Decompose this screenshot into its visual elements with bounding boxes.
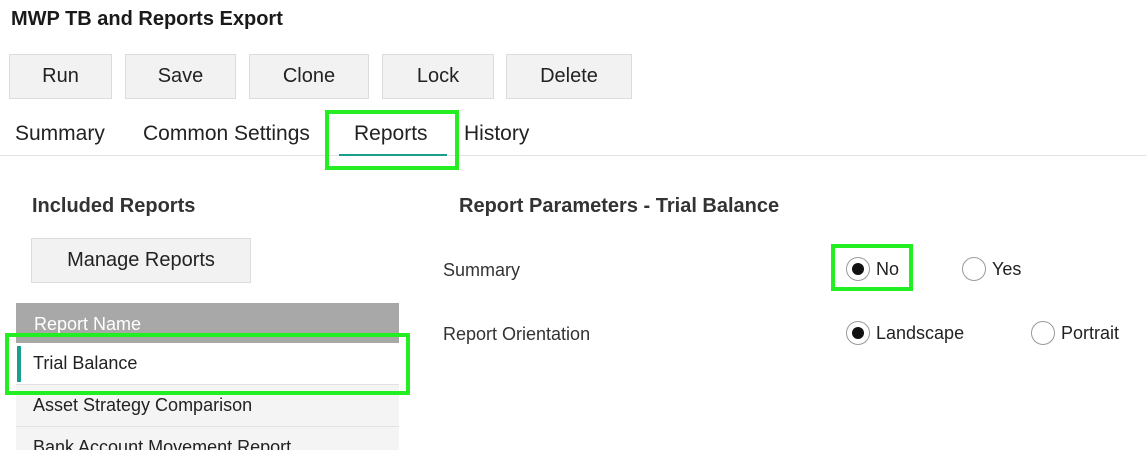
tab-common-settings[interactable]: Common Settings [143,122,310,146]
radio-checked-icon [846,257,870,281]
report-row-trial-balance[interactable]: Trial Balance [16,343,399,385]
save-button[interactable]: Save [125,54,236,99]
report-row-bank-account-movement[interactable]: Bank Account Movement Report [16,427,399,450]
summary-yes-label: Yes [992,258,1022,279]
page-title: MWP TB and Reports Export [11,8,283,30]
summary-radio-no[interactable]: No [846,257,899,281]
lock-button[interactable]: Lock [382,54,494,99]
tab-history[interactable]: History [464,122,529,146]
tabs-divider [0,155,1146,156]
orientation-radio-portrait[interactable]: Portrait [1031,321,1119,345]
radio-unchecked-icon [962,257,986,281]
report-parameters-title: Report Parameters - Trial Balance [459,195,780,217]
orientation-radio-landscape[interactable]: Landscape [846,321,964,345]
tab-summary[interactable]: Summary [15,122,105,146]
radio-unchecked-icon [1031,321,1055,345]
summary-no-label: No [876,258,900,279]
report-name-column-header[interactable]: Report Name [16,303,399,343]
report-table: Report Name Trial Balance Asset Strategy… [16,303,399,450]
orientation-landscape-label: Landscape [876,322,965,343]
active-tab-indicator [339,154,447,156]
radio-checked-icon [846,321,870,345]
report-row-asset-strategy-comparison[interactable]: Asset Strategy Comparison [16,385,399,427]
included-reports-title: Included Reports [32,195,196,217]
summary-label: Summary [443,260,521,280]
tab-reports[interactable]: Reports [354,122,428,146]
delete-button[interactable]: Delete [506,54,632,99]
clone-button[interactable]: Clone [249,54,369,99]
orientation-portrait-label: Portrait [1061,322,1120,343]
summary-radio-yes[interactable]: Yes [962,257,1021,281]
report-orientation-label: Report Orientation [443,324,591,344]
manage-reports-button[interactable]: Manage Reports [31,238,251,283]
run-button[interactable]: Run [9,54,112,99]
